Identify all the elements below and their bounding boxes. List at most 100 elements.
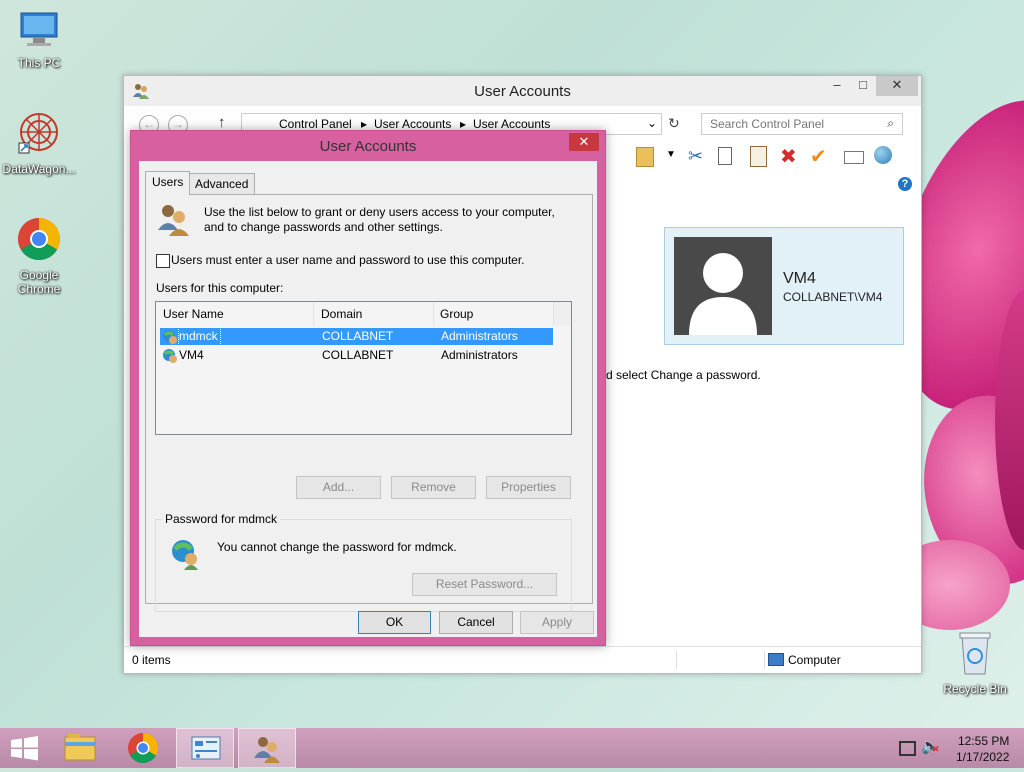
recycle-bin-icon: [937, 630, 1013, 679]
desktop-icon-recycle-bin[interactable]: Recycle Bin: [937, 630, 1013, 696]
password-message: You cannot change the password for mdmck…: [217, 540, 457, 554]
help-icon[interactable]: ?: [898, 177, 912, 191]
datawagon-app-icon: [1, 110, 77, 159]
network-icon[interactable]: [899, 741, 916, 756]
refresh-button[interactable]: ↻: [668, 115, 680, 132]
user-accounts-dialog: User Accounts ✕ Users Advanced Use the l…: [130, 130, 606, 646]
chevron-down-icon[interactable]: ⌄: [647, 116, 657, 130]
add-button[interactable]: Add...: [296, 476, 381, 499]
file-explorer-icon: [64, 734, 96, 761]
copy-icon[interactable]: [718, 147, 732, 165]
user-accounts-icon: [254, 737, 280, 763]
muted-x-icon: ✕: [932, 744, 940, 754]
list-scroll-gutter: [554, 302, 571, 326]
require-login-checkbox[interactable]: [156, 254, 170, 268]
computer-icon: [1, 10, 77, 53]
maximize-button[interactable]: □: [850, 76, 876, 96]
tab-users[interactable]: Users: [145, 171, 191, 195]
window-title: User Accounts: [474, 83, 571, 100]
breadcrumb-crumb[interactable]: User Accounts: [374, 117, 451, 131]
clock-time[interactable]: 12:55 PM: [958, 734, 1009, 748]
folder-icon[interactable]: [636, 147, 654, 167]
check-icon[interactable]: ✔: [810, 144, 827, 169]
properties-icon[interactable]: [844, 151, 864, 164]
require-login-label[interactable]: Users must enter a user name and passwor…: [171, 253, 525, 267]
taskbar: 🔈 ✕ 12:55 PM 1/17/2022: [0, 728, 1024, 768]
users-list-label: Users for this computer:: [156, 281, 284, 295]
taskbar-user-accounts[interactable]: [238, 728, 296, 768]
dialog-close-button[interactable]: ✕: [569, 133, 599, 151]
status-item-count: 0 items: [132, 653, 171, 667]
status-divider: [764, 651, 765, 669]
row-username: VM4: [179, 348, 204, 362]
row-username: mdmck: [178, 327, 221, 346]
status-location: Computer: [788, 653, 841, 667]
paste-icon[interactable]: [750, 146, 767, 167]
delete-icon[interactable]: ✖: [780, 144, 797, 169]
dialog-title: User Accounts: [319, 138, 417, 155]
row-group: Administrators: [441, 329, 518, 343]
password-group-title: Password for mdmck: [162, 512, 281, 526]
users-list[interactable]: User Name Domain Group mdmck COLLABNET A…: [155, 301, 572, 435]
properties-button[interactable]: Properties: [486, 476, 571, 499]
user-key-icon: [170, 538, 202, 573]
table-row[interactable]: mdmck COLLABNET Administrators: [160, 327, 553, 346]
users-tab-panel: Use the list below to grant or deny user…: [145, 194, 593, 612]
dropdown-arrow-icon[interactable]: ▼: [666, 149, 676, 160]
up-button[interactable]: ↑: [218, 114, 226, 131]
desktop-icon-label: Google Chrome: [17, 268, 61, 296]
ok-button[interactable]: OK: [358, 611, 431, 634]
close-button[interactable]: ✕: [876, 76, 918, 96]
status-bar: 0 items Computer: [124, 646, 921, 673]
breadcrumb-crumb[interactable]: Control Panel: [279, 117, 352, 131]
desktop-icon-datawagon[interactable]: DataWagon...: [1, 110, 77, 176]
tab-advanced[interactable]: Advanced: [188, 173, 256, 195]
taskbar-file-explorer[interactable]: [52, 728, 110, 768]
desktop-icon-this-pc[interactable]: This PC: [1, 10, 77, 70]
toolbar: ▼ ✂ ✖ ✔: [610, 146, 910, 170]
start-button[interactable]: [0, 728, 58, 768]
column-header-domain[interactable]: Domain: [314, 302, 434, 326]
user-name: VM4: [783, 270, 816, 287]
desktop-icon-chrome[interactable]: Google Chrome: [1, 216, 77, 296]
apply-button[interactable]: Apply: [520, 611, 594, 634]
desktop-icon-label: Recycle Bin: [943, 682, 1007, 696]
user-tile: VM4 COLLABNET\VM4: [664, 227, 904, 345]
search-icon[interactable]: ⌕: [887, 116, 894, 131]
intro-text: Use the list below to grant or deny user…: [204, 205, 555, 234]
minimize-button[interactable]: –: [824, 76, 850, 96]
reset-password-button[interactable]: Reset Password...: [412, 573, 557, 596]
remove-button[interactable]: Remove: [391, 476, 476, 499]
globe-icon[interactable]: [874, 146, 892, 164]
column-header-username[interactable]: User Name: [156, 302, 314, 326]
row-domain: COLLABNET: [322, 329, 394, 343]
desktop-icon-label: This PC: [17, 56, 61, 70]
window-titlebar: User Accounts – □ ✕: [124, 76, 921, 106]
dialog-body: Users Advanced Use the list below to gra…: [139, 161, 597, 637]
user-domain: COLLABNET\VM4: [783, 290, 883, 304]
row-domain: COLLABNET: [322, 348, 394, 362]
taskbar-chrome[interactable]: [114, 728, 172, 768]
cancel-button[interactable]: Cancel: [439, 611, 513, 634]
breadcrumb-separator: ▸: [361, 117, 368, 131]
search-input[interactable]: Search Control Panel ⌕: [701, 113, 903, 135]
search-placeholder: Search Control Panel: [710, 117, 825, 131]
breadcrumb-crumb[interactable]: User Accounts: [473, 117, 550, 131]
chrome-icon: [128, 733, 159, 764]
password-group: Password for mdmck You cannot change the…: [155, 512, 572, 612]
cut-icon[interactable]: ✂: [688, 146, 703, 167]
table-row[interactable]: VM4 COLLABNET Administrators: [160, 347, 553, 364]
computer-icon: [768, 653, 784, 666]
user-avatar: [674, 237, 772, 335]
breadcrumb-separator: ▸: [460, 117, 467, 131]
windows-logo-icon: [11, 736, 38, 761]
desktop-icon-label: DataWagon...: [2, 162, 76, 176]
instruction-text: d select Change a password.: [606, 368, 761, 382]
row-group: Administrators: [441, 348, 518, 362]
taskbar-control-panel[interactable]: [176, 728, 234, 768]
clock-date[interactable]: 1/17/2022: [956, 750, 1009, 764]
column-header-group[interactable]: Group: [433, 302, 554, 326]
chrome-icon: [1, 216, 77, 265]
status-divider: [676, 651, 677, 669]
users-icon: [156, 202, 192, 241]
